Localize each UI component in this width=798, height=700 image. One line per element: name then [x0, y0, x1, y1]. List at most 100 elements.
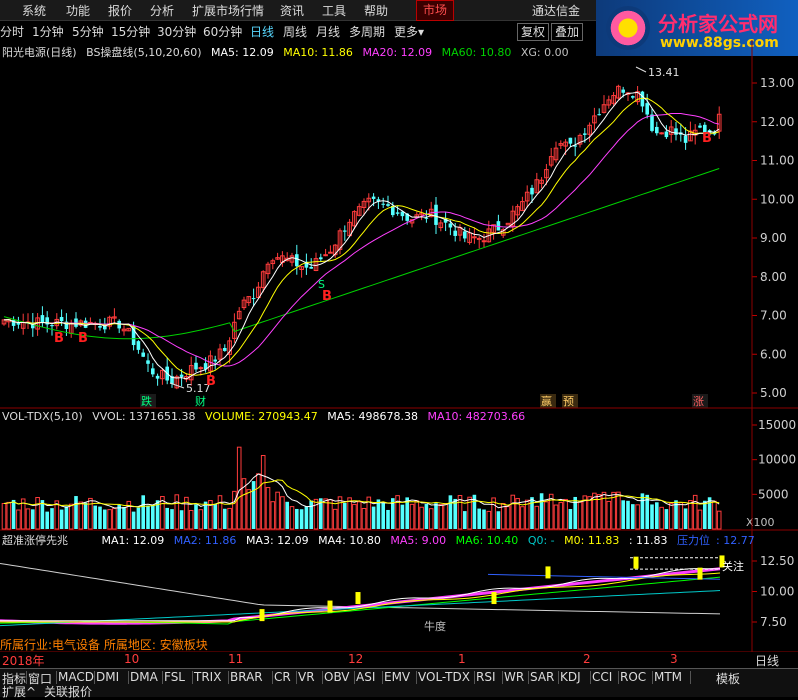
overlay-button[interactable]: 叠加: [551, 23, 584, 41]
signal-ma6: MA6: 10.40: [455, 534, 519, 547]
tab-macd[interactable]: MACD: [58, 670, 94, 684]
period-weekly[interactable]: 周线: [283, 23, 307, 40]
tab-cr[interactable]: CR: [274, 670, 291, 684]
tab-separator: [558, 671, 559, 684]
volume-bar: [64, 506, 69, 529]
high-label-pointer: [635, 66, 647, 73]
menu-tools[interactable]: 工具: [322, 2, 346, 19]
price-tick-label: 12.00: [760, 115, 794, 129]
price-tick-label: 7.00: [760, 309, 787, 323]
volume-bar: [482, 509, 486, 529]
volume-bar: [232, 490, 237, 530]
tab-asi[interactable]: ASI: [356, 670, 375, 684]
volume-bar: [534, 505, 540, 530]
menu-help[interactable]: 帮助: [364, 2, 388, 19]
tab-extend[interactable]: 扩展^: [2, 683, 36, 700]
volume-bar: [40, 500, 45, 529]
period-timeshare[interactable]: 分时: [0, 23, 24, 40]
volume-bar: [198, 509, 204, 530]
volume-bar: [304, 506, 309, 529]
tab-separator: [590, 671, 591, 684]
volume-bar: [295, 508, 299, 529]
period-1min[interactable]: 1分钟: [32, 23, 64, 40]
volume-bar: [328, 499, 333, 530]
axis-period-label[interactable]: 日线: [755, 652, 779, 669]
candle-body: [223, 347, 227, 351]
volume-bar: [635, 504, 640, 530]
tab-vr[interactable]: VR: [298, 670, 315, 684]
volume-bar: [592, 492, 597, 530]
tab-cci[interactable]: CCI: [592, 670, 612, 684]
candle-body: [323, 254, 328, 257]
tab-vol-tdx[interactable]: VOL-TDX: [418, 670, 470, 684]
candle-body: [631, 96, 635, 98]
vvol-value: VVOL: 1371651.38: [92, 410, 196, 423]
period-monthly[interactable]: 月线: [316, 23, 340, 40]
candle-body: [481, 240, 487, 243]
period-30min[interactable]: 30分钟: [157, 23, 196, 40]
chart-area[interactable]: 13.00 12.00 11.00 10.00 9.00 8.00 7.00 6.00 5.00…: [0, 40, 798, 668]
tab-obv[interactable]: OBV: [324, 670, 350, 684]
candle-body: [179, 374, 184, 377]
menu-extended-market[interactable]: 扩展市场行情: [192, 2, 264, 19]
period-more[interactable]: 更多▾: [394, 23, 424, 40]
tab-kdj[interactable]: KDJ: [560, 670, 581, 684]
volume-bar: [568, 508, 573, 529]
volume-indicator-name[interactable]: VOL-TDX(5,10): [2, 410, 83, 423]
restore-rights-button[interactable]: 复权: [517, 23, 550, 41]
date-label: 10: [124, 652, 140, 666]
volume-bar: [289, 506, 295, 530]
menu-news[interactable]: 资讯: [280, 2, 304, 19]
event-marker-zhang: 涨: [693, 395, 704, 408]
volume-bar: [640, 493, 645, 529]
tab-wr[interactable]: WR: [504, 670, 524, 684]
volume-bar: [6, 501, 12, 530]
candle-body: [343, 230, 347, 232]
tab-trix[interactable]: TRIX: [194, 670, 221, 684]
tab-emv[interactable]: EMV: [384, 670, 410, 684]
period-5min[interactable]: 5分钟: [72, 23, 104, 40]
market-tab[interactable]: 市场: [416, 0, 455, 21]
menu-analysis[interactable]: 分析: [150, 2, 174, 19]
tab-roc[interactable]: ROC: [620, 670, 646, 684]
volume-bar: [477, 508, 481, 529]
tab-sar[interactable]: SAR: [530, 670, 554, 684]
tab-fsl[interactable]: FSL: [164, 670, 185, 684]
period-daily[interactable]: 日线: [250, 23, 274, 40]
candle-body: [295, 254, 299, 267]
tab-related-quote[interactable]: 关联报价: [44, 683, 92, 700]
volume-bar: [448, 495, 453, 529]
volume-bar: [400, 504, 405, 529]
period-multi[interactable]: 多周期: [349, 23, 385, 40]
signal-ma1: MA1: 12.09: [101, 534, 165, 547]
period-15min[interactable]: 15分钟: [111, 23, 150, 40]
volume-bar: [98, 506, 102, 529]
signal-indicator-name[interactable]: 超准涨停先兆: [2, 534, 68, 547]
tab-separator: [296, 671, 297, 684]
candle-body: [621, 89, 625, 93]
tab-dmi[interactable]: DMI: [96, 670, 119, 684]
ma20-line: [3, 112, 720, 367]
candle-body: [453, 230, 457, 236]
volume-bars: [1, 446, 722, 530]
candlesticks: [1, 84, 722, 390]
menu-function[interactable]: 功能: [66, 2, 90, 19]
tab-rsi[interactable]: RSI: [476, 670, 496, 684]
menu-system[interactable]: 系统: [22, 2, 46, 19]
menu-quote[interactable]: 报价: [108, 2, 132, 19]
period-60min[interactable]: 60分钟: [203, 23, 242, 40]
tab-brar[interactable]: BRAR: [230, 670, 263, 684]
candle-body: [434, 204, 438, 225]
volume-bar: [457, 495, 463, 530]
tab-mtm[interactable]: MTM: [654, 670, 682, 684]
tab-dma[interactable]: DMA: [130, 670, 158, 684]
tab-separator: [322, 671, 323, 684]
signal-lines: [0, 555, 725, 627]
buy-markers: B B B B B: [54, 131, 712, 389]
volume-bar: [626, 500, 630, 529]
volume-bar: [151, 504, 155, 529]
volume-bar: [83, 502, 88, 529]
tab-separator: [228, 671, 229, 684]
volume-bar: [703, 500, 707, 529]
volume-bar: [11, 499, 16, 529]
